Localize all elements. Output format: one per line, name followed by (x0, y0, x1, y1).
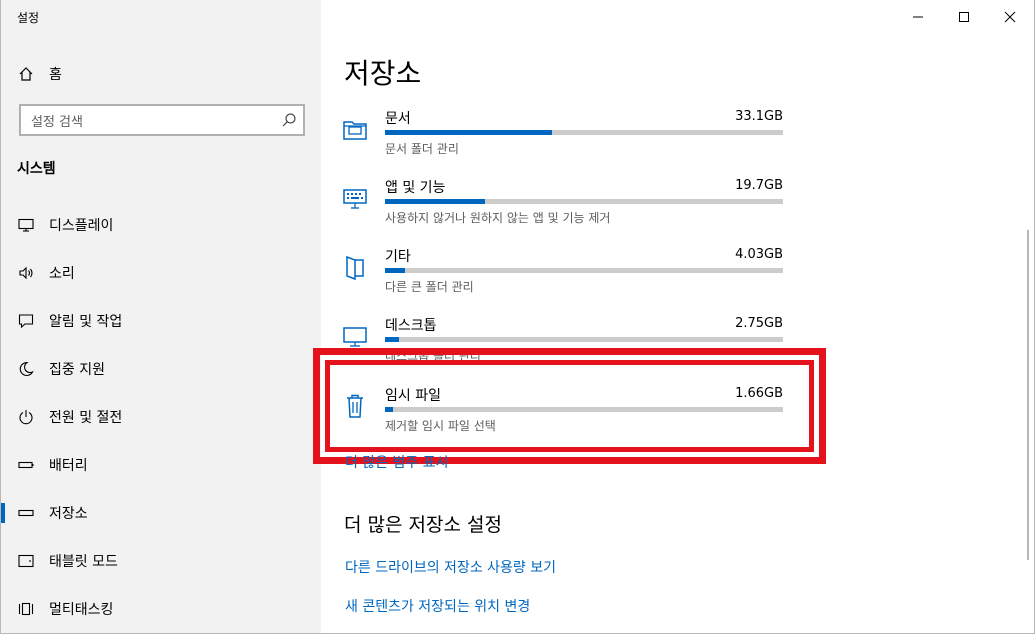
close-button[interactable] (987, 0, 1033, 34)
tablet-icon (17, 552, 35, 570)
storage-item-name: 데스크톱 (385, 318, 437, 334)
sidebar-item-storage[interactable]: 저장소 (1, 489, 321, 537)
sidebar-nav: 디스플레이 소리 알림 및 작업 집중 지원 전원 및 절전 배터리 저장소 태… (1, 201, 321, 633)
sidebar-item-multitasking[interactable]: 멀티태스킹 (1, 585, 321, 633)
storage-item-temp-files[interactable]: 임시 파일 1.66GB 제거할 임시 파일 선택 (340, 385, 790, 437)
home-label: 홈 (49, 67, 62, 83)
sidebar-item-focus-assist[interactable]: 집중 지원 (1, 345, 321, 393)
usage-bar-fill (385, 407, 393, 412)
usage-bar (385, 199, 783, 204)
sidebar-item-notifications[interactable]: 알림 및 작업 (1, 297, 321, 345)
settings-search-box[interactable]: 설정 검색 (19, 104, 305, 136)
monitor-icon (17, 216, 35, 234)
sidebar-item-sound[interactable]: 소리 (1, 249, 321, 297)
page-title: 저장소 (344, 57, 422, 90)
notification-icon (17, 312, 35, 330)
storage-item-size: 19.7GB (735, 178, 783, 193)
storage-item-size: 1.66GB (735, 386, 783, 401)
storage-item-size: 4.03GB (735, 247, 783, 262)
sidebar-item-label: 디스플레이 (49, 218, 114, 234)
sidebar: 설정 홈 설정 검색 시스템 디스플레이 소리 알림 및 작업 집중 지원 전원… (0, 0, 321, 634)
minimize-icon (912, 8, 924, 27)
storage-icon (17, 504, 35, 522)
usage-bar (385, 337, 783, 342)
usage-bar-fill (385, 199, 485, 204)
search-input[interactable]: 설정 검색 (31, 111, 275, 130)
sidebar-item-tablet-mode[interactable]: 태블릿 모드 (1, 537, 321, 585)
storage-item-name: 기타 (385, 249, 411, 265)
sidebar-item-label: 알림 및 작업 (49, 314, 123, 330)
desktop-icon (340, 321, 370, 351)
storage-item-description: 제거할 임시 파일 선택 (385, 419, 496, 433)
more-categories-link[interactable]: 더 많은 범주 표시 (345, 452, 449, 472)
battery-icon (17, 456, 35, 474)
usage-bar (385, 407, 783, 412)
keyboard-icon (340, 183, 370, 213)
scrollbar[interactable] (1027, 230, 1029, 560)
power-icon (17, 408, 35, 426)
storage-item-name: 문서 (385, 111, 411, 127)
storage-item-description: 문서 폴더 관리 (385, 142, 459, 156)
folder-icon (340, 252, 370, 282)
usage-bar-fill (385, 337, 399, 342)
storage-item-name: 임시 파일 (385, 388, 441, 404)
storage-item-name: 앱 및 기능 (385, 180, 446, 196)
sidebar-item-label: 배터리 (49, 458, 88, 474)
sidebar-item-battery[interactable]: 배터리 (1, 441, 321, 489)
maximize-icon (958, 8, 970, 27)
minimize-button[interactable] (895, 0, 941, 34)
multitasking-icon (17, 600, 35, 618)
search-icon[interactable] (275, 106, 303, 134)
trash-icon (340, 391, 370, 421)
sidebar-item-label: 집중 지원 (49, 362, 105, 378)
sidebar-item-label: 멀티태스킹 (49, 602, 114, 618)
close-icon (1004, 8, 1016, 27)
speaker-icon (17, 264, 35, 282)
storage-item-description: 다른 큰 폴더 관리 (385, 280, 474, 294)
usage-bar-fill (385, 130, 553, 135)
change-save-location-link[interactable]: 새 콘텐츠가 저장되는 위치 변경 (345, 596, 530, 616)
sidebar-item-label: 소리 (49, 266, 75, 282)
sidebar-item-display[interactable]: 디스플레이 (1, 201, 321, 249)
sidebar-item-power[interactable]: 전원 및 절전 (1, 393, 321, 441)
sidebar-item-label: 저장소 (49, 506, 88, 522)
storage-item-size: 33.1GB (735, 109, 783, 124)
usage-bar-fill (385, 268, 405, 273)
usage-bar (385, 268, 783, 273)
moon-icon (17, 360, 35, 378)
view-other-drives-link[interactable]: 다른 드라이브의 저장소 사용량 보기 (345, 557, 556, 577)
maximize-button[interactable] (941, 0, 987, 34)
section-heading-system: 시스템 (17, 161, 56, 177)
usage-bar (385, 130, 783, 135)
storage-item-size: 2.75GB (735, 316, 783, 331)
documents-icon (340, 114, 370, 144)
window-title: 설정 (17, 11, 40, 25)
home-icon (17, 65, 35, 83)
home-nav-item[interactable]: 홈 (17, 60, 62, 88)
sidebar-item-label: 전원 및 절전 (49, 410, 123, 426)
storage-item-documents[interactable]: 문서 33.1GB 문서 폴더 관리 (340, 108, 790, 168)
storage-item-description: 사용하지 않거나 원하지 않는 앱 및 기능 제거 (385, 211, 611, 225)
more-storage-settings-heading: 더 많은 저장소 설정 (344, 514, 502, 536)
storage-item-other[interactable]: 기타 4.03GB 다른 큰 폴더 관리 (340, 246, 790, 306)
sidebar-item-label: 태블릿 모드 (49, 554, 118, 570)
storage-item-apps-features[interactable]: 앱 및 기능 19.7GB 사용하지 않거나 원하지 않는 앱 및 기능 제거 (340, 177, 790, 237)
